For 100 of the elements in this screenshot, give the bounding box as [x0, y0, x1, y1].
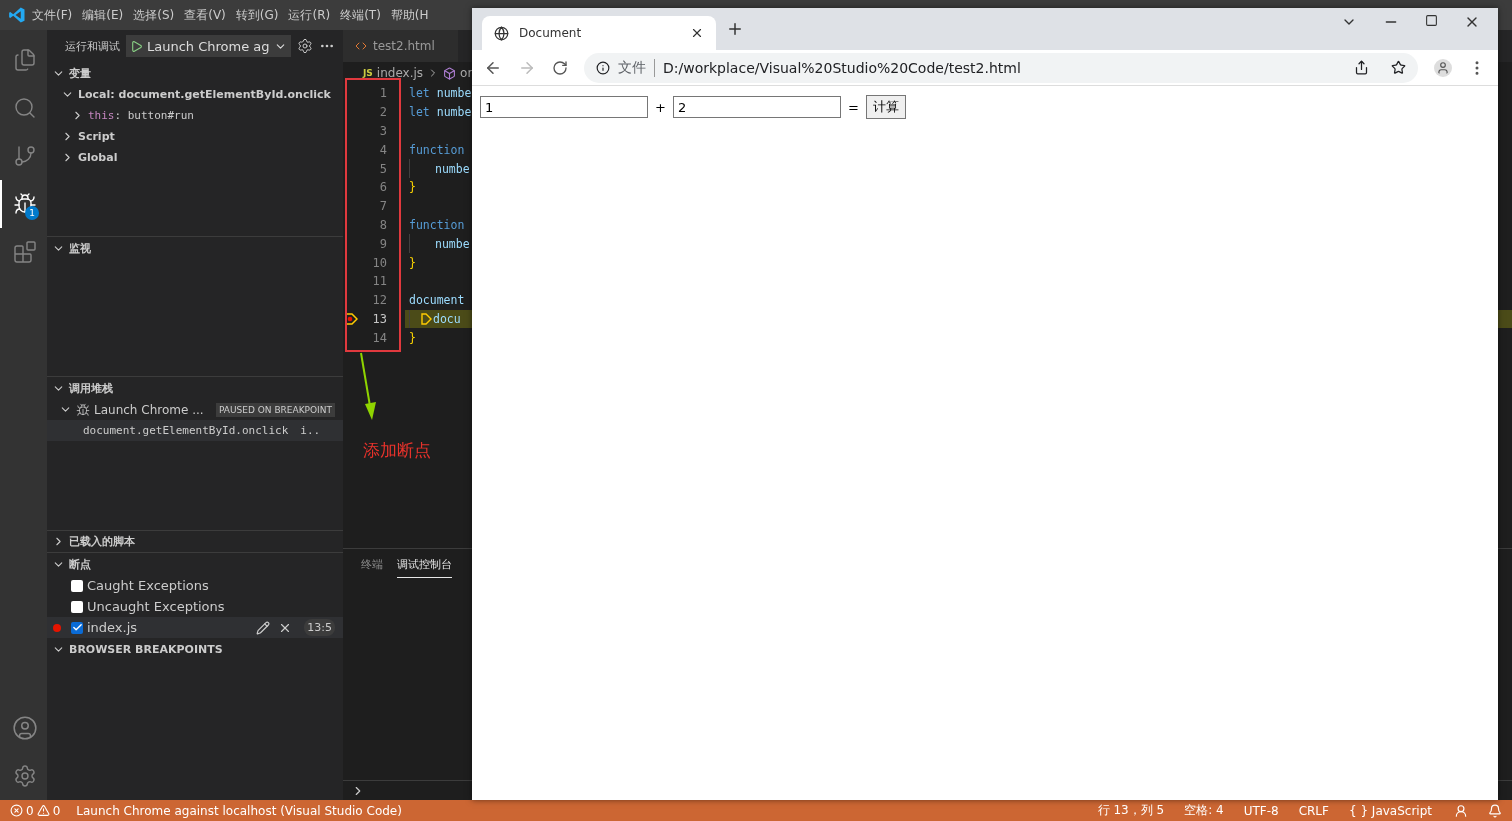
bell-icon[interactable] — [1488, 803, 1502, 818]
code-line: document — [409, 293, 465, 308]
variable-entry[interactable]: this: button#run — [88, 109, 194, 122]
line-number: 9 — [379, 236, 387, 251]
menu-item[interactable]: 编辑(E) — [78, 6, 128, 24]
code-line: } — [409, 330, 416, 345]
cube-icon — [443, 66, 457, 80]
code-line: } — [409, 255, 416, 270]
line-number: 2 — [379, 105, 387, 120]
scope-label[interactable]: Local: document.getElementById.onclick — [78, 88, 331, 101]
menu-item[interactable]: 文件(F) — [28, 6, 77, 24]
profile-icon[interactable] — [1434, 58, 1452, 77]
scope-label[interactable]: Global — [78, 151, 118, 164]
section-header[interactable]: 已载入的脚本 — [47, 531, 343, 552]
panel-tab[interactable]: 终端 — [361, 557, 383, 578]
app-logo-icon — [8, 6, 26, 24]
extensions-icon — [12, 240, 37, 264]
pause-marker-icon — [421, 312, 432, 325]
problems-indicator[interactable]: 0 0 — [10, 803, 61, 818]
warning-icon — [36, 804, 50, 817]
menu-item[interactable]: 帮助(H — [386, 6, 433, 24]
line-number: 11 — [372, 274, 387, 289]
line-number: 6 — [379, 180, 387, 195]
maximize-icon[interactable] — [1425, 14, 1438, 27]
checkbox[interactable] — [71, 579, 83, 592]
breakpoint-dot — [53, 623, 61, 632]
status-item[interactable]: { } JavaScript — [1348, 803, 1432, 818]
search-icon — [12, 96, 37, 120]
star-icon[interactable] — [1391, 60, 1406, 75]
status-item[interactable]: CRLF — [1298, 803, 1329, 818]
section-header[interactable]: 调用堆栈 — [47, 377, 343, 399]
panel-tab[interactable]: 调试控制台 — [397, 557, 452, 578]
status-item[interactable]: UTF-8 — [1243, 803, 1279, 818]
count-badge: 1 — [25, 206, 39, 220]
scope-label[interactable]: Script — [78, 130, 115, 143]
section-header[interactable]: 断点 — [47, 553, 343, 575]
line-number: 5 — [379, 161, 387, 176]
stack-frame[interactable]: document.getElementById.onclick — [83, 424, 289, 437]
line-number: 4 — [379, 142, 387, 157]
menu-item[interactable]: 选择(S) — [129, 6, 179, 24]
line-number: 8 — [379, 217, 387, 232]
code-line: function — [409, 217, 465, 232]
sidebar-title: 运行和调试 — [65, 38, 120, 54]
code-line: function — [409, 142, 465, 157]
position-badge: 13:5 — [304, 619, 335, 636]
number-input[interactable]: 2 — [672, 96, 841, 118]
status-item[interactable]: 空格: 4 — [1184, 802, 1224, 819]
section-header[interactable]: BROWSER BREAKPOINTS — [47, 638, 343, 660]
branch-icon — [12, 144, 37, 168]
breadcrumb-item[interactable]: index.js — [376, 66, 424, 80]
launch-config-select[interactable]: Launch Chrome ag — [126, 35, 291, 57]
code-icon — [355, 40, 367, 52]
editor-tab[interactable]: test2.html — [343, 30, 458, 62]
account-icon[interactable] — [11, 715, 38, 741]
address-bar[interactable]: 文件 D:/workplace/Visual%20Studio%20Code/test2.html — [584, 52, 1418, 83]
plus-sign: + — [655, 99, 666, 115]
edit-icon[interactable] — [256, 620, 271, 635]
globe-icon — [494, 25, 509, 41]
line-number: 1 — [379, 86, 387, 101]
settings-icon[interactable] — [296, 38, 313, 54]
code-line: numbe — [435, 236, 470, 251]
menu-item[interactable]: 查看(V) — [180, 6, 230, 24]
browser-tab[interactable]: Document — [482, 16, 716, 50]
info-icon — [596, 60, 610, 75]
bug-icon — [76, 402, 90, 417]
code-line: let numbe — [409, 86, 472, 101]
play-icon — [130, 39, 143, 53]
status-item[interactable]: 行 13，列 5 — [1097, 802, 1165, 819]
code-line: numbe — [435, 161, 470, 176]
checkbox[interactable] — [71, 600, 83, 613]
person-icon[interactable] — [1454, 803, 1468, 818]
code-line: docu — [433, 311, 461, 326]
line-number: 12 — [372, 293, 387, 308]
launch-status[interactable]: Launch Chrome against localhost (Visual Studio Code) — [76, 803, 402, 818]
reload-icon[interactable] — [552, 59, 568, 76]
breakpoint-label: Uncaught Exceptions — [87, 599, 225, 614]
close-icon[interactable] — [690, 26, 704, 40]
equals-sign: = — [847, 99, 859, 115]
annotation-label: 添加断点 — [363, 439, 431, 462]
number-input[interactable]: 1 — [480, 96, 648, 118]
menu-item[interactable]: 转到(G) — [231, 6, 283, 24]
checkbox[interactable] — [71, 621, 83, 634]
menu-item[interactable]: 运行(R) — [284, 6, 335, 24]
settings-icon[interactable] — [12, 764, 37, 788]
line-number: 10 — [372, 255, 387, 270]
frame-file: i.. — [300, 424, 321, 437]
line-number: 13 — [372, 311, 387, 326]
calculate-button[interactable]: 计算 — [865, 95, 906, 119]
code-line: } — [409, 180, 416, 195]
menu-item[interactable]: 终端(T) — [336, 6, 385, 24]
section-header[interactable]: 监视 — [47, 237, 343, 259]
share-icon[interactable] — [1354, 60, 1369, 75]
line-number: 14 — [372, 330, 387, 345]
new-tab-icon[interactable] — [726, 20, 744, 38]
session-name[interactable]: Launch Chrome ... — [94, 402, 204, 417]
section-header[interactable]: 变量 — [47, 62, 343, 84]
breakpoint-label: Caught Exceptions — [87, 578, 209, 593]
line-number: 7 — [379, 199, 387, 214]
line-number: 3 — [379, 124, 387, 138]
js-file-icon: JS — [363, 68, 373, 78]
